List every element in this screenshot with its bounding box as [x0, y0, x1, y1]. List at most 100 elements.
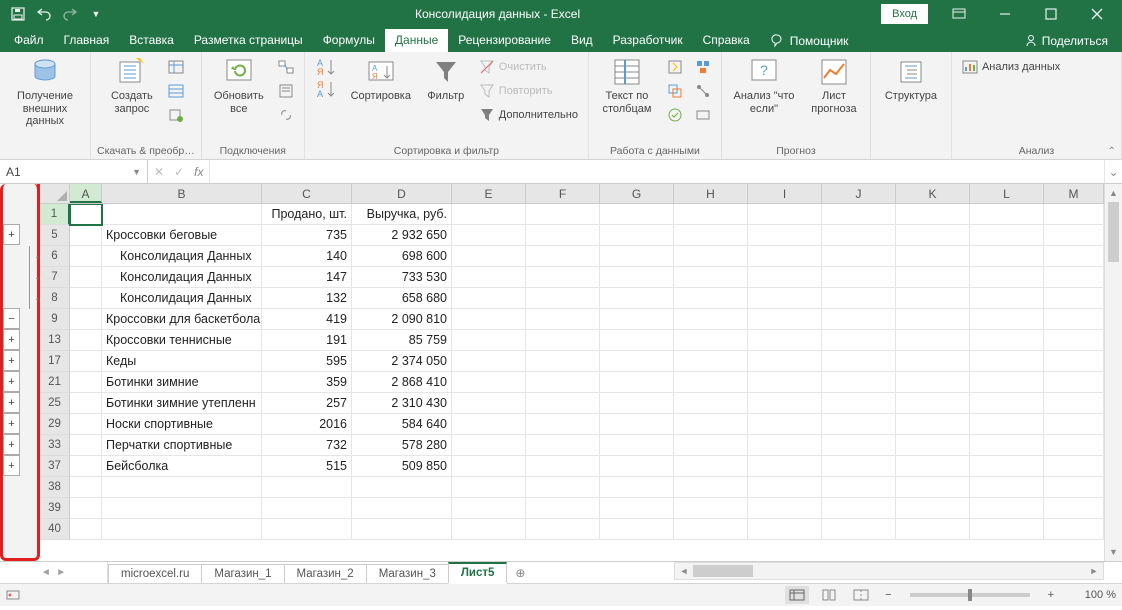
- cell[interactable]: [600, 330, 674, 351]
- cell[interactable]: [600, 288, 674, 309]
- whatif-button[interactable]: ? Анализ "что если": [728, 56, 800, 115]
- login-button[interactable]: Вход: [881, 4, 928, 24]
- cell[interactable]: [748, 393, 822, 414]
- row-header[interactable]: 9: [40, 309, 70, 330]
- cell[interactable]: [970, 456, 1044, 477]
- cell[interactable]: [600, 309, 674, 330]
- cell[interactable]: 132: [262, 288, 352, 309]
- row-header[interactable]: 1: [40, 204, 70, 225]
- minimize-icon[interactable]: [982, 0, 1028, 28]
- cell[interactable]: [452, 267, 526, 288]
- row-header[interactable]: 38: [40, 477, 70, 498]
- cell[interactable]: Носки спортивные: [102, 414, 262, 435]
- row-header[interactable]: 29: [40, 414, 70, 435]
- outline-expand-button[interactable]: +: [3, 371, 20, 392]
- sheet-tab[interactable]: Лист5: [448, 562, 508, 584]
- cell[interactable]: [896, 519, 970, 540]
- cell[interactable]: [674, 393, 748, 414]
- cell[interactable]: [822, 225, 896, 246]
- cell[interactable]: [526, 288, 600, 309]
- add-sheet-button[interactable]: ⊕: [506, 562, 534, 583]
- scroll-right-icon[interactable]: ►: [1085, 566, 1103, 576]
- cell[interactable]: [674, 477, 748, 498]
- cell[interactable]: [1044, 225, 1104, 246]
- show-queries-button[interactable]: [164, 56, 188, 78]
- outline-expand-button[interactable]: +: [3, 392, 20, 413]
- page-layout-view-icon[interactable]: [817, 586, 841, 604]
- cell[interactable]: 2016: [262, 414, 352, 435]
- cell[interactable]: Ботинки зимние: [102, 372, 262, 393]
- cell[interactable]: [822, 456, 896, 477]
- cell[interactable]: [452, 519, 526, 540]
- cell[interactable]: [526, 267, 600, 288]
- cell[interactable]: [674, 351, 748, 372]
- cell[interactable]: [970, 477, 1044, 498]
- scroll-down-icon[interactable]: ▼: [1105, 543, 1122, 561]
- cell[interactable]: [970, 267, 1044, 288]
- cell[interactable]: [748, 246, 822, 267]
- sheet-tab[interactable]: Магазин_2: [284, 564, 367, 583]
- cell[interactable]: [674, 267, 748, 288]
- cell[interactable]: [674, 456, 748, 477]
- outline-expand-button[interactable]: +: [3, 224, 20, 245]
- cell[interactable]: [352, 519, 452, 540]
- cell[interactable]: [748, 372, 822, 393]
- cell[interactable]: 735: [262, 225, 352, 246]
- tab-developer[interactable]: Разработчик: [603, 29, 693, 52]
- cell[interactable]: [70, 372, 102, 393]
- cell[interactable]: [748, 435, 822, 456]
- cell[interactable]: [896, 498, 970, 519]
- cell[interactable]: 2 932 650: [352, 225, 452, 246]
- expand-formula-icon[interactable]: ⌄: [1104, 160, 1122, 183]
- scroll-thumb[interactable]: [1108, 202, 1119, 262]
- column-header-G[interactable]: G: [600, 184, 674, 203]
- cell[interactable]: [526, 225, 600, 246]
- row-header[interactable]: 7: [40, 267, 70, 288]
- sort-desc-button[interactable]: ЯA: [311, 78, 341, 100]
- cell[interactable]: [600, 477, 674, 498]
- cell[interactable]: 584 640: [352, 414, 452, 435]
- cancel-formula-icon[interactable]: ✕: [154, 165, 164, 179]
- cell[interactable]: [970, 246, 1044, 267]
- cell[interactable]: [600, 246, 674, 267]
- cell[interactable]: [674, 246, 748, 267]
- outline-collapse-button[interactable]: −: [3, 308, 20, 329]
- edit-links-button[interactable]: [274, 104, 298, 126]
- cell[interactable]: [674, 309, 748, 330]
- formula-input[interactable]: [210, 160, 1104, 183]
- cell[interactable]: [70, 456, 102, 477]
- cell[interactable]: 509 850: [352, 456, 452, 477]
- consolidate-button[interactable]: [691, 56, 715, 78]
- maximize-icon[interactable]: [1028, 0, 1074, 28]
- cell[interactable]: [748, 351, 822, 372]
- zoom-in-icon[interactable]: +: [1044, 589, 1058, 601]
- cell[interactable]: [822, 477, 896, 498]
- sort-asc-button[interactable]: AЯ: [311, 56, 341, 78]
- cell[interactable]: Кроссовки для баскетбола: [102, 309, 262, 330]
- cell[interactable]: [970, 204, 1044, 225]
- cell[interactable]: [600, 225, 674, 246]
- forecast-sheet-button[interactable]: Лист прогноза: [804, 56, 864, 115]
- undo-icon[interactable]: [32, 2, 56, 26]
- column-header-E[interactable]: E: [452, 184, 526, 203]
- column-header-J[interactable]: J: [822, 184, 896, 203]
- manage-data-model-button[interactable]: [691, 104, 715, 126]
- cell[interactable]: Бейсболка: [102, 456, 262, 477]
- cell[interactable]: [822, 204, 896, 225]
- cell[interactable]: [452, 288, 526, 309]
- cell[interactable]: [822, 414, 896, 435]
- cell[interactable]: [1044, 435, 1104, 456]
- cell[interactable]: 419: [262, 309, 352, 330]
- new-query-button[interactable]: Создать запрос: [104, 56, 160, 115]
- outline-expand-button[interactable]: +: [3, 434, 20, 455]
- get-external-data-button[interactable]: Получение внешних данных: [6, 56, 84, 128]
- cell[interactable]: [102, 498, 262, 519]
- cell[interactable]: Выручка, руб.: [352, 204, 452, 225]
- remove-duplicates-button[interactable]: [663, 80, 687, 102]
- cell[interactable]: [70, 267, 102, 288]
- refresh-all-button[interactable]: Обновить все: [208, 56, 270, 115]
- cell[interactable]: [526, 330, 600, 351]
- horizontal-scrollbar[interactable]: ◄ ►: [674, 562, 1104, 580]
- cell[interactable]: [970, 393, 1044, 414]
- cell[interactable]: [970, 225, 1044, 246]
